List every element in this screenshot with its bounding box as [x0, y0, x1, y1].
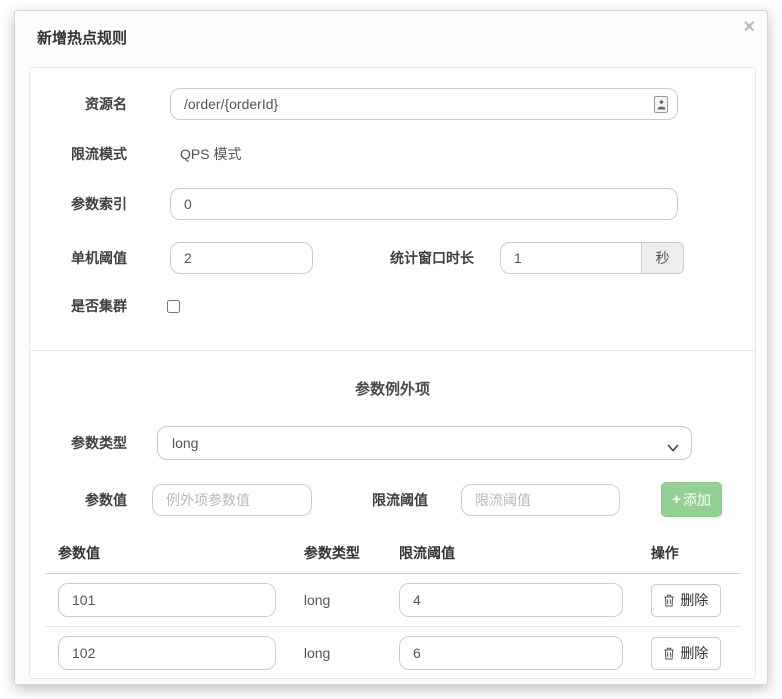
row-threshold-input[interactable]: [399, 636, 623, 670]
dialog-title: 新增热点规则: [15, 11, 767, 48]
delete-button-label: 删除: [680, 590, 708, 610]
add-button-label: 添加: [683, 490, 711, 510]
resource-label: 资源名: [42, 94, 127, 114]
section-divider: [30, 350, 755, 351]
delete-button[interactable]: 删除: [651, 637, 721, 670]
mode-value: QPS 模式: [180, 142, 241, 166]
window-duration-label: 统计窗口时长: [390, 248, 474, 268]
header-action: 操作: [643, 543, 740, 563]
param-index-label: 参数索引: [42, 194, 127, 214]
row-type-text: long: [296, 592, 386, 608]
param-index-input[interactable]: [170, 188, 678, 220]
param-value-label: 参数值: [42, 490, 127, 510]
resource-row: 资源名: [30, 88, 755, 120]
single-threshold-label: 单机阈值: [42, 248, 127, 268]
single-threshold-input[interactable]: [170, 242, 313, 274]
add-button[interactable]: + 添加: [661, 482, 722, 517]
table-header-row: 参数值 参数类型 限流阈值 操作: [46, 543, 740, 574]
exception-values-row: 参数值 限流阈值 + 添加: [30, 482, 755, 517]
close-icon[interactable]: ×: [743, 15, 755, 39]
param-type-row: 参数类型 long: [30, 426, 755, 460]
row-type-text: long: [296, 645, 386, 661]
threshold-row: 单机阈值 统计窗口时长 秒: [30, 242, 755, 274]
seconds-unit-addon: 秒: [642, 242, 684, 274]
param-type-select[interactable]: long: [157, 426, 692, 460]
cluster-label: 是否集群: [42, 296, 127, 316]
trash-icon: [663, 647, 675, 660]
window-duration-input[interactable]: [500, 242, 642, 274]
param-type-label: 参数类型: [42, 433, 127, 453]
mode-row: 限流模式 QPS 模式: [30, 142, 755, 166]
autofill-contact-icon[interactable]: [654, 96, 668, 113]
param-index-row: 参数索引: [30, 188, 755, 220]
param-value-input[interactable]: [152, 484, 312, 516]
plus-icon: +: [672, 491, 681, 508]
exception-table: 参数值 参数类型 限流阈值 操作 long 删除: [46, 543, 740, 679]
header-param-value: 参数值: [46, 543, 296, 563]
row-value-input[interactable]: [58, 636, 276, 670]
delete-button-label: 删除: [680, 643, 708, 663]
header-limit-threshold: 限流阈值: [386, 543, 643, 563]
row-threshold-input[interactable]: [399, 583, 623, 617]
add-hotspot-rule-dialog: 新增热点规则 × 资源名 限流模式 QPS 模式 参数索引 单机阈值 统计窗口时…: [14, 10, 768, 685]
table-row: long 删除: [46, 627, 740, 679]
limit-threshold-input[interactable]: [461, 484, 620, 516]
delete-button[interactable]: 删除: [651, 584, 721, 617]
exception-items-heading: 参数例外项: [30, 378, 755, 399]
limit-threshold-label: 限流阈值: [372, 490, 428, 510]
row-value-input[interactable]: [58, 583, 276, 617]
cluster-row: 是否集群: [30, 296, 755, 316]
mode-label: 限流模式: [42, 144, 127, 164]
table-row: long 删除: [46, 574, 740, 627]
form-panel: 资源名 限流模式 QPS 模式 参数索引 单机阈值 统计窗口时长 秒: [29, 67, 756, 679]
header-param-type: 参数类型: [296, 543, 386, 563]
trash-icon: [663, 594, 675, 607]
cluster-checkbox[interactable]: [167, 300, 180, 313]
resource-input[interactable]: [170, 88, 678, 120]
